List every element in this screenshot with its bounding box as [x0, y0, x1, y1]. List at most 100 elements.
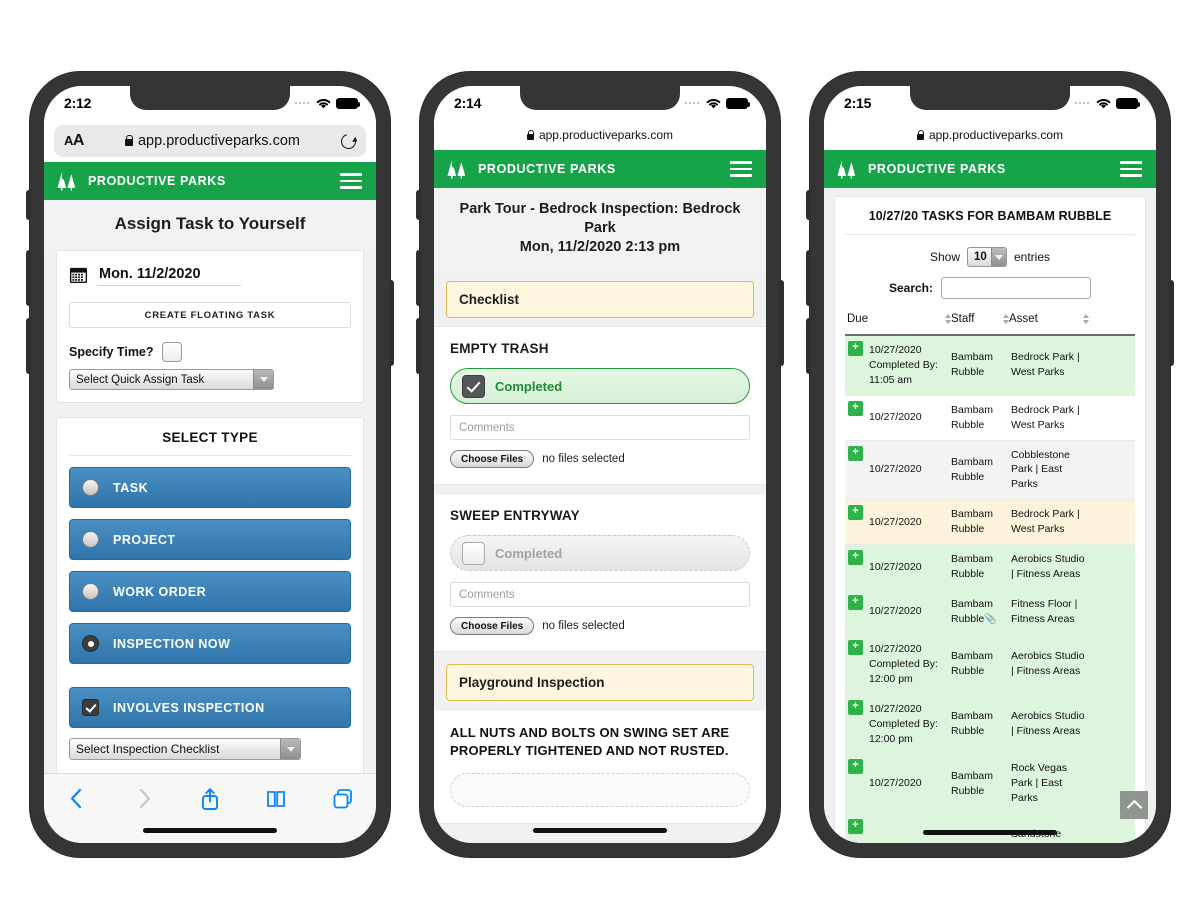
- radio-icon-project[interactable]: [82, 531, 99, 548]
- completed-by: Completed By: 12:00 pm: [869, 717, 938, 745]
- type-option-project[interactable]: PROJECT: [69, 519, 351, 560]
- expand-row-button[interactable]: +: [848, 550, 863, 566]
- hamburger-menu-icon-2[interactable]: [730, 161, 752, 177]
- inspection-title-line1: Park Tour - Bedrock Inspection: Bedrock …: [459, 201, 741, 237]
- lock-icon-2: [526, 130, 535, 140]
- due-date: 10/27/2020: [869, 515, 922, 528]
- date-input-value[interactable]: Mon. 11/2/2020: [97, 266, 241, 286]
- type-option-involves-inspection[interactable]: INVOLVES INSPECTION: [69, 687, 351, 728]
- table-row[interactable]: +10/27/2020 Bambam Rubble Bedrock Park | W…: [845, 395, 1135, 441]
- power-button-2[interactable]: [779, 280, 784, 366]
- search-input[interactable]: [941, 277, 1092, 299]
- table-row[interactable]: +10/27/2020 Completed By: 11:05 am Bambam …: [845, 336, 1135, 396]
- create-floating-task-button[interactable]: CREATE FLOATING TASK: [69, 302, 351, 328]
- section-header-playground-inspection[interactable]: Playground Inspection: [446, 664, 754, 702]
- section-header-checklist[interactable]: Checklist: [446, 281, 754, 319]
- volume-down-button-3[interactable]: [806, 318, 811, 374]
- sort-icon-asset[interactable]: [1083, 314, 1089, 324]
- type-option-task[interactable]: TASK: [69, 467, 351, 508]
- sort-icon-due[interactable]: [945, 314, 951, 324]
- scroll-to-top-button[interactable]: [1120, 791, 1148, 819]
- comments-input-sweep-entryway[interactable]: Comments: [450, 582, 750, 608]
- table-row[interactable]: +10/27/2020 Bambam Rubble Bedrock Park | W…: [845, 500, 1135, 546]
- chevron-down-icon-quick-assign[interactable]: [253, 370, 273, 389]
- quick-assign-task-select[interactable]: Select Quick Assign Task: [69, 369, 274, 390]
- choose-files-button-empty-trash[interactable]: Choose Files: [450, 450, 535, 469]
- table-row[interactable]: +10/27/2020 Bambam Rubble Cobblestone Park…: [845, 440, 1135, 501]
- phone2-content: Park Tour - Bedrock Inspection: Bedrock …: [434, 188, 766, 843]
- bookmarks-icon[interactable]: [264, 786, 288, 812]
- due-date: 10/27/2020: [869, 344, 922, 356]
- show-entries-select[interactable]: 10: [967, 247, 1007, 267]
- table-row[interactable]: +10/27/2020 Bambam Rubble Rock Vegas Park …: [845, 754, 1135, 815]
- table-row[interactable]: +10/27/2020 Completed By: 12:00 pm Bambam …: [845, 694, 1135, 755]
- table-body: +10/27/2020 Completed By: 11:05 am Bambam …: [845, 336, 1135, 843]
- expand-row-button[interactable]: +: [848, 341, 863, 356]
- volume-up-button-3[interactable]: [806, 250, 811, 306]
- specify-time-checkbox[interactable]: [161, 342, 182, 362]
- battery-icon-3: [1116, 97, 1140, 109]
- power-button-3[interactable]: [1169, 280, 1174, 366]
- text-size-button-1[interactable]: AA: [64, 132, 84, 150]
- radio-icon-work-order[interactable]: [82, 583, 99, 600]
- show-entries-value: 10: [974, 251, 987, 263]
- reload-icon-1[interactable]: [338, 130, 359, 152]
- expand-row-button[interactable]: +: [848, 594, 863, 610]
- expand-row-button[interactable]: +: [848, 400, 863, 416]
- chevron-down-icon-show-entries[interactable]: [991, 248, 1006, 266]
- url-pill-1[interactable]: AA app.productiveparks.com: [54, 125, 366, 157]
- type-option-inspection-now[interactable]: INSPECTION NOW: [69, 623, 351, 664]
- volume-down-button-2[interactable]: [416, 318, 421, 374]
- expand-row-button[interactable]: +: [848, 639, 863, 655]
- volume-down-button-1[interactable]: [26, 318, 31, 374]
- column-label-asset: Asset: [1009, 313, 1038, 325]
- radio-icon-inspection-now[interactable]: [82, 635, 99, 652]
- inspection-answer-placeholder[interactable]: [450, 773, 750, 808]
- completed-toggle-sweep-entryway[interactable]: Completed: [450, 535, 750, 572]
- inspection-checklist-select[interactable]: Select Inspection Checklist: [69, 738, 301, 760]
- column-header-asset[interactable]: Asset: [1009, 313, 1089, 325]
- chevron-down-icon-checklist[interactable]: [280, 739, 300, 759]
- silent-switch-2[interactable]: [416, 190, 421, 220]
- completed-toggle-empty-trash[interactable]: Completed: [450, 368, 750, 405]
- power-button-1[interactable]: [389, 280, 394, 366]
- trees-logo-icon-3: [837, 160, 856, 179]
- table-row[interactable]: +10/27/2020 Bambam Rubble📎 Fitness Floor |…: [845, 589, 1135, 635]
- expand-row-button[interactable]: +: [848, 699, 863, 715]
- silent-switch-1[interactable]: [26, 190, 31, 220]
- checkbox-icon-involves-inspection[interactable]: [82, 699, 99, 716]
- table-row[interactable]: +10/27/2020 Completed By: 12:00 pm Bambam …: [845, 634, 1135, 695]
- choose-files-button-sweep-entryway[interactable]: Choose Files: [450, 617, 535, 636]
- column-header-staff[interactable]: Staff: [951, 313, 1009, 325]
- silent-switch-3[interactable]: [806, 190, 811, 220]
- checkbox-icon-empty-trash[interactable]: [462, 374, 485, 398]
- date-field-row[interactable]: Mon. 11/2/2020: [69, 265, 351, 286]
- specify-time-label: Specify Time?: [69, 345, 154, 359]
- type-option-label-involves-inspection: INVOLVES INSPECTION: [113, 700, 265, 715]
- file-row-empty-trash: Choose Files no files selected: [450, 450, 750, 469]
- back-icon[interactable]: [65, 786, 89, 812]
- column-header-due[interactable]: Due: [847, 313, 951, 325]
- url-display-1[interactable]: app.productiveparks.com: [124, 133, 300, 149]
- expand-row-button[interactable]: +: [848, 445, 863, 461]
- radio-icon-task[interactable]: [82, 479, 99, 496]
- browser-address-bar-2[interactable]: app.productiveparks.com: [434, 120, 766, 150]
- tabs-icon[interactable]: [331, 786, 355, 812]
- table-row[interactable]: +Sandstone: [845, 814, 1135, 843]
- expand-row-button[interactable]: +: [848, 819, 863, 835]
- sort-icon-staff[interactable]: [1003, 314, 1009, 324]
- hamburger-menu-icon-3[interactable]: [1120, 161, 1142, 177]
- app-header-3: PRODUCTIVE PARKS: [824, 150, 1156, 188]
- volume-up-button-2[interactable]: [416, 250, 421, 306]
- browser-address-bar-3[interactable]: app.productiveparks.com: [824, 120, 1156, 150]
- table-row[interactable]: +10/27/2020 Bambam Rubble Aerobics Studio …: [845, 545, 1135, 590]
- table-header-row: Due Staff Asset: [845, 313, 1135, 336]
- comments-input-empty-trash[interactable]: Comments: [450, 415, 750, 441]
- share-icon[interactable]: [198, 786, 222, 812]
- checkbox-icon-sweep-entryway[interactable]: [462, 541, 485, 565]
- hamburger-menu-icon-1[interactable]: [340, 173, 362, 189]
- expand-row-button[interactable]: +: [848, 759, 863, 775]
- type-option-work-order[interactable]: WORK ORDER: [69, 571, 351, 612]
- volume-up-button-1[interactable]: [26, 250, 31, 306]
- expand-row-button[interactable]: +: [848, 505, 863, 521]
